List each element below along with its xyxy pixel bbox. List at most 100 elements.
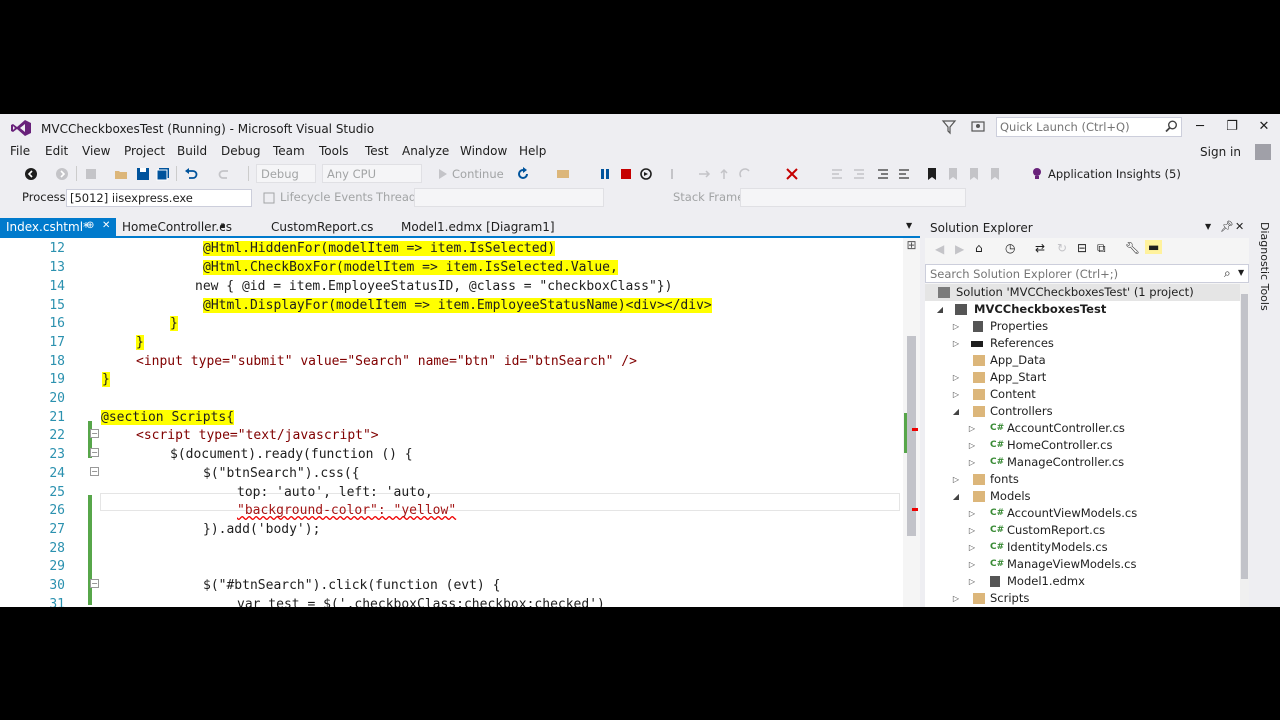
exception-settings-icon[interactable] bbox=[785, 167, 799, 181]
indent-icon[interactable] bbox=[897, 167, 911, 181]
step-over-icon[interactable] bbox=[717, 167, 731, 181]
menu-edit[interactable]: Edit bbox=[45, 144, 68, 158]
browser-link-icon[interactable] bbox=[556, 167, 570, 181]
collapsed-arrow-icon[interactable]: ▷ bbox=[951, 386, 961, 403]
menu-team[interactable]: Team bbox=[273, 144, 305, 158]
tab-model1-edmx[interactable]: Model1.edmx [Diagram1] bbox=[395, 218, 555, 236]
quick-launch-box[interactable] bbox=[996, 117, 1182, 137]
collapse-region-toggle[interactable]: − bbox=[90, 429, 99, 438]
close-tab-icon[interactable]: ✕ bbox=[102, 220, 110, 231]
collapsed-arrow-icon[interactable]: ▷ bbox=[951, 335, 961, 352]
show-next-statement-icon[interactable] bbox=[668, 167, 682, 181]
account-avatar[interactable] bbox=[1255, 144, 1271, 160]
close-panel-icon[interactable]: ✕ bbox=[1235, 220, 1244, 233]
code-editor[interactable]: 12 @Html.HiddenFor(modelItem => item.IsSe… bbox=[0, 238, 920, 607]
format-left-icon[interactable] bbox=[830, 167, 844, 181]
split-window-icon[interactable]: ⊞ bbox=[903, 238, 920, 254]
application-insights-button[interactable]: Application Insights (5) bbox=[1048, 167, 1181, 181]
collapsed-arrow-icon[interactable]: ▷ bbox=[967, 522, 977, 539]
tab-index-cshtml[interactable]: Index.cshtml* ⊕ ✕ bbox=[0, 218, 116, 236]
solution-explorer-search-box[interactable]: ⌕ ▼ bbox=[925, 264, 1249, 283]
menu-file[interactable]: File bbox=[10, 144, 30, 158]
minimize-button[interactable]: ─ bbox=[1190, 118, 1210, 136]
solution-configuration-select[interactable]: Debug bbox=[256, 164, 316, 183]
collapsed-arrow-icon[interactable]: ▷ bbox=[967, 437, 977, 454]
continue-button[interactable]: Continue bbox=[452, 167, 504, 181]
stop-debugging-icon[interactable] bbox=[619, 167, 633, 181]
expanded-arrow-icon[interactable]: ◢ bbox=[951, 403, 961, 420]
collapse-all-icon[interactable]: ⊟ bbox=[1077, 241, 1087, 255]
notifications-filter-icon[interactable] bbox=[941, 119, 957, 135]
restart-icon[interactable] bbox=[639, 167, 653, 181]
save-icon[interactable] bbox=[136, 167, 150, 181]
feedback-icon[interactable] bbox=[969, 119, 987, 135]
pending-changes-filter-icon[interactable]: ◷ bbox=[1005, 241, 1015, 255]
refresh-icon[interactable] bbox=[516, 167, 530, 181]
lifecycle-events-select[interactable]: Lifecycle Events bbox=[280, 190, 373, 204]
menu-view[interactable]: View bbox=[82, 144, 110, 158]
quick-launch-input[interactable] bbox=[1000, 120, 1160, 134]
collapse-region-toggle[interactable]: − bbox=[90, 467, 99, 476]
back-icon[interactable]: ◀ bbox=[935, 242, 944, 256]
collapsed-arrow-icon[interactable]: ▷ bbox=[967, 505, 977, 522]
menu-test[interactable]: Test bbox=[365, 144, 389, 158]
collapsed-arrow-icon[interactable]: ▷ bbox=[967, 420, 977, 437]
bookmark-icon[interactable] bbox=[925, 167, 939, 181]
show-all-files-icon[interactable]: ⧉ bbox=[1097, 241, 1106, 256]
menu-debug[interactable]: Debug bbox=[221, 144, 260, 158]
scrollbar-thumb[interactable] bbox=[1241, 294, 1248, 579]
tree-item-solution[interactable]: Solution 'MVCCheckboxesTest' (1 project) bbox=[925, 284, 1240, 301]
collapsed-arrow-icon[interactable]: ▷ bbox=[951, 471, 961, 488]
diagnostic-tools-side-tab[interactable]: Diagnostic Tools bbox=[1252, 218, 1280, 607]
lifecycle-events-icon[interactable] bbox=[262, 191, 276, 205]
search-options-chevron-down-icon[interactable]: ▼ bbox=[1238, 268, 1244, 277]
menu-analyze[interactable]: Analyze bbox=[402, 144, 449, 158]
menu-tools[interactable]: Tools bbox=[319, 144, 349, 158]
preview-selected-items-icon[interactable]: ▬ bbox=[1145, 240, 1163, 254]
sign-in-link[interactable]: Sign in bbox=[1200, 145, 1241, 159]
format-right-icon[interactable] bbox=[852, 167, 866, 181]
solution-tree[interactable]: Solution 'MVCCheckboxesTest' (1 project)… bbox=[925, 284, 1240, 607]
step-out-icon[interactable] bbox=[738, 167, 752, 181]
forward-icon[interactable]: ▶ bbox=[955, 242, 964, 256]
scrollbar-thumb[interactable] bbox=[907, 336, 916, 536]
sync-with-document-icon[interactable]: ⇄ bbox=[1035, 241, 1045, 255]
search-icon[interactable] bbox=[1165, 120, 1178, 133]
refresh-icon[interactable]: ↻ bbox=[1057, 241, 1067, 255]
solution-platform-select[interactable]: Any CPU bbox=[322, 164, 422, 183]
next-bookmark-icon[interactable] bbox=[967, 167, 981, 181]
tab-homecontroller[interactable]: HomeController.cs 🔒︎ bbox=[116, 218, 234, 236]
stack-frame-select[interactable] bbox=[740, 188, 966, 207]
open-file-icon[interactable] bbox=[114, 167, 128, 181]
solution-explorer-scrollbar[interactable] bbox=[1240, 284, 1249, 607]
collapsed-arrow-icon[interactable]: ▷ bbox=[967, 573, 977, 590]
save-all-icon[interactable] bbox=[156, 167, 170, 181]
break-all-icon[interactable] bbox=[598, 167, 612, 181]
collapsed-arrow-icon[interactable]: ▷ bbox=[951, 318, 961, 335]
redo-icon[interactable] bbox=[218, 167, 232, 181]
navigate-forward-icon[interactable] bbox=[55, 167, 69, 181]
properties-icon[interactable]: 🔧︎ bbox=[1125, 241, 1140, 255]
tab-overflow-chevron-down-icon[interactable]: ▼ bbox=[906, 221, 912, 230]
collapsed-arrow-icon[interactable]: ▷ bbox=[967, 454, 977, 471]
step-into-icon[interactable] bbox=[697, 167, 711, 181]
panel-menu-chevron-down-icon[interactable]: ▼ bbox=[1205, 222, 1211, 231]
application-insights-icon[interactable] bbox=[1030, 167, 1044, 181]
restore-button[interactable]: ❐ bbox=[1222, 118, 1242, 136]
outdent-icon[interactable] bbox=[876, 167, 890, 181]
pin-icon[interactable]: ⊕ bbox=[86, 220, 94, 231]
expanded-arrow-icon[interactable]: ◢ bbox=[951, 488, 961, 505]
clear-bookmarks-icon[interactable] bbox=[988, 167, 1002, 181]
collapsed-arrow-icon[interactable]: ▷ bbox=[967, 539, 977, 556]
menu-window[interactable]: Window bbox=[460, 144, 507, 158]
menu-build[interactable]: Build bbox=[177, 144, 207, 158]
menu-help[interactable]: Help bbox=[519, 144, 546, 158]
home-icon[interactable]: ⌂ bbox=[975, 241, 983, 255]
collapsed-arrow-icon[interactable]: ▷ bbox=[951, 369, 961, 386]
auto-hide-pin-icon[interactable]: 📌︎ bbox=[1220, 220, 1234, 233]
solution-search-input[interactable] bbox=[930, 267, 1210, 281]
thread-select[interactable] bbox=[414, 188, 604, 207]
close-button[interactable]: ✕ bbox=[1254, 118, 1274, 136]
process-select[interactable]: [5012] iisexpress.exe bbox=[66, 189, 252, 207]
new-project-icon[interactable] bbox=[84, 167, 98, 181]
